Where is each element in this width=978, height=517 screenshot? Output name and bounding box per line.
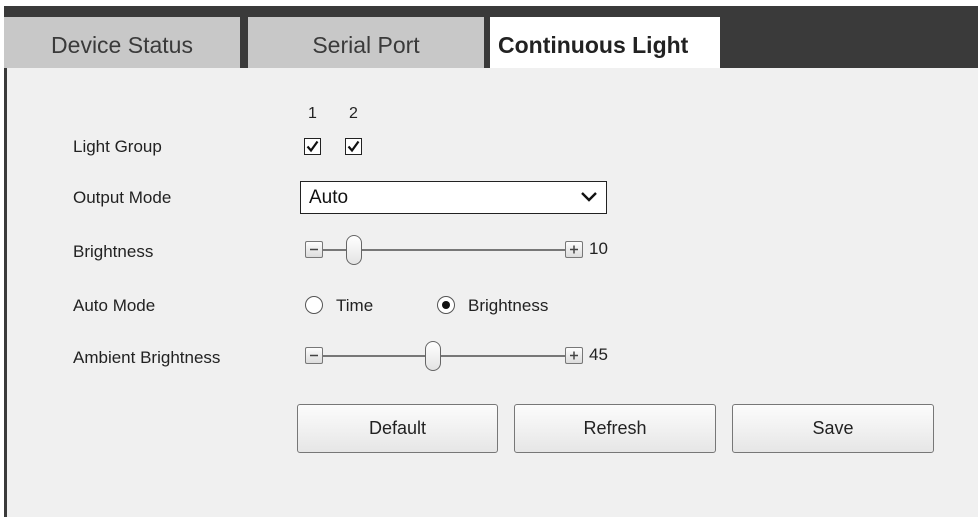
radio-selected-dot: [442, 301, 450, 309]
output-mode-value: Auto: [309, 187, 349, 208]
brightness-increase-button[interactable]: [565, 241, 583, 258]
light-group-checkbox-2[interactable]: [345, 138, 362, 155]
tab-serial-port[interactable]: Serial Port: [248, 17, 484, 74]
output-mode-select[interactable]: Auto: [300, 181, 607, 214]
checkmark-icon: [306, 140, 319, 153]
app-window: Device Status Serial Port Continuous Lig…: [0, 0, 978, 517]
tab-continuous-light[interactable]: Continuous Light: [490, 17, 720, 74]
ambient-brightness-value: 45: [589, 345, 608, 364]
ambient-brightness-decrease-button[interactable]: [305, 347, 323, 364]
minus-icon: [310, 248, 318, 251]
light-group-number-1: 1: [308, 105, 317, 122]
brightness-value: 10: [589, 239, 608, 258]
brightness-decrease-button[interactable]: [305, 241, 323, 258]
light-group-number-2: 2: [349, 105, 358, 122]
tab-bar: Device Status Serial Port Continuous Lig…: [4, 6, 978, 74]
minus-icon: [310, 354, 318, 357]
light-group-label: Light Group: [73, 137, 162, 156]
default-button[interactable]: Default: [297, 404, 498, 453]
brightness-label: Brightness: [73, 242, 154, 261]
auto-mode-time-label: Time: [336, 296, 374, 315]
plus-icon: [570, 351, 578, 360]
save-button[interactable]: Save: [732, 404, 934, 453]
refresh-button[interactable]: Refresh: [514, 404, 716, 453]
checkmark-icon: [347, 140, 360, 153]
auto-mode-time-radio[interactable]: [305, 296, 323, 314]
light-group-checkbox-1[interactable]: [304, 138, 321, 155]
auto-mode-brightness-label: Brightness: [468, 296, 549, 315]
auto-mode-label: Auto Mode: [73, 296, 156, 315]
brightness-slider-thumb[interactable]: [345, 235, 362, 265]
tab-device-status[interactable]: Device Status: [4, 17, 240, 74]
output-mode-label: Output Mode: [73, 188, 172, 207]
ambient-brightness-track[interactable]: [323, 355, 565, 357]
ambient-brightness-label: Ambient Brightness: [73, 348, 221, 367]
auto-mode-brightness-radio[interactable]: [437, 296, 455, 314]
plus-icon: [570, 245, 578, 254]
ambient-brightness-increase-button[interactable]: [565, 347, 583, 364]
ambient-brightness-slider-thumb[interactable]: [424, 341, 441, 371]
chevron-down-icon: [581, 192, 597, 202]
